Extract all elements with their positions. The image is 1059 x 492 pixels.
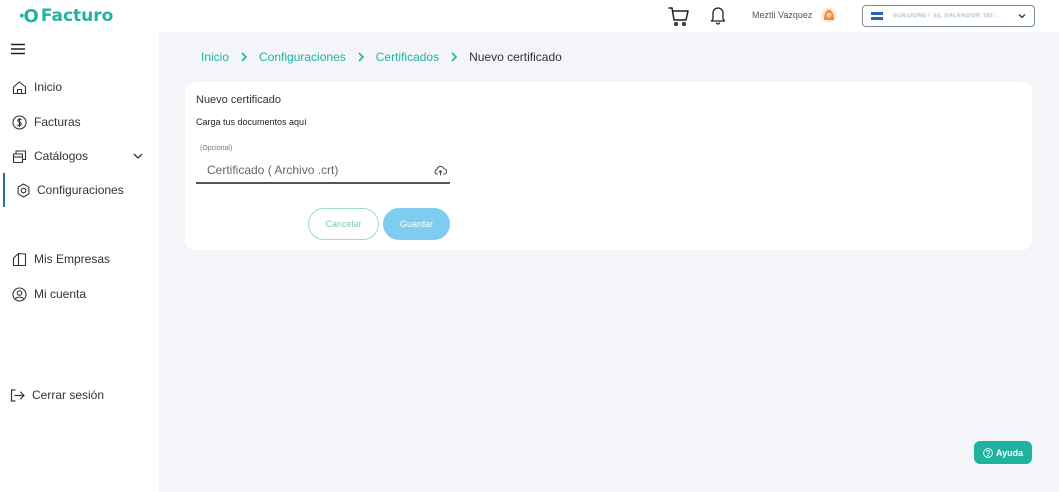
sidebar-item-label: Inicio <box>34 80 63 94</box>
chevron-right-icon <box>358 52 364 62</box>
form-subtitle: Carga tus documentos aquí <box>196 117 307 127</box>
bell-icon[interactable] <box>709 5 727 25</box>
top-bar: ꞏO Facturo Meztli Vazquez SOEDONET EL SA… <box>0 0 1059 32</box>
certificate-form-card: Nuevo certificado Carga tus documentos a… <box>185 82 1032 250</box>
gear-icon <box>17 182 30 198</box>
main-content: Inicio Configuraciones Certificados Nuev… <box>159 32 1059 492</box>
dollar-icon <box>12 114 27 130</box>
building-icon <box>12 252 27 266</box>
breadcrumb-link-inicio[interactable]: Inicio <box>201 50 229 64</box>
sidebar-item-label: Cerrar sesión <box>32 388 105 402</box>
sidebar-item-label: Configuraciones <box>37 183 124 197</box>
menu-icon[interactable] <box>11 43 25 55</box>
certificate-file-input[interactable] <box>196 158 450 184</box>
field-label: (Opcional) <box>200 145 233 152</box>
cloud-upload-icon[interactable] <box>434 165 447 176</box>
sidebar-item-mi-cuenta[interactable]: Mi cuenta <box>0 283 159 305</box>
question-icon <box>983 447 993 458</box>
facturo-logo[interactable]: ꞏO Facturo <box>19 5 113 27</box>
chevron-down-icon <box>1018 14 1026 19</box>
sidebar-item-label: Catálogos <box>34 149 89 163</box>
certificate-file-field: (Opcional) <box>196 144 450 186</box>
sidebar-item-configuraciones[interactable]: Configuraciones <box>0 173 159 207</box>
breadcrumb-current: Nuevo certificado <box>469 50 562 64</box>
avatar[interactable] <box>821 7 837 23</box>
logout-icon <box>10 388 25 402</box>
sidebar-item-mis-empresas[interactable]: Mis Empresas <box>0 248 159 270</box>
help-button[interactable]: Ayuda <box>974 441 1032 464</box>
home-icon <box>12 80 27 94</box>
active-indicator <box>3 173 5 207</box>
save-button[interactable]: Guardar <box>383 208 450 240</box>
chevron-down-icon[interactable] <box>132 150 144 162</box>
user-icon <box>12 286 27 302</box>
company-name: SOEDONET EL SALVADOR SO... <box>893 13 1000 19</box>
cart-icon[interactable] <box>668 5 690 27</box>
breadcrumb-link-configuraciones[interactable]: Configuraciones <box>259 50 346 64</box>
user-name[interactable]: Meztli Vazquez <box>752 10 812 20</box>
sidebar-item-cerrar-sesion[interactable]: Cerrar sesión <box>0 384 159 406</box>
form-title: Nuevo certificado <box>196 94 281 106</box>
company-select[interactable]: SOEDONET EL SALVADOR SO... <box>862 5 1035 27</box>
sidebar-item-label: Mis Empresas <box>34 252 111 266</box>
sidebar-item-facturas[interactable]: Facturas <box>0 111 159 133</box>
logo-mark: ꞏO <box>19 6 39 27</box>
sidebar-item-label: Facturas <box>34 115 81 129</box>
breadcrumb-link-certificados[interactable]: Certificados <box>376 50 439 64</box>
flag-icon <box>871 12 883 21</box>
sidebar-item-catalogos[interactable]: Catálogos <box>0 145 159 167</box>
sidebar: Inicio Facturas Catálogos Configuracione… <box>0 32 159 492</box>
help-label: Ayuda <box>995 447 1024 458</box>
sidebar-item-label: Mi cuenta <box>34 287 87 301</box>
chevron-right-icon <box>241 52 248 62</box>
cancel-button[interactable]: Cancelar <box>308 208 379 240</box>
chevron-right-icon <box>451 52 458 62</box>
breadcrumb: Inicio Configuraciones Certificados Nuev… <box>201 50 562 64</box>
sidebar-item-inicio[interactable]: Inicio <box>0 76 159 98</box>
catalog-icon <box>12 149 27 163</box>
logo-text: Facturo <box>40 6 114 26</box>
